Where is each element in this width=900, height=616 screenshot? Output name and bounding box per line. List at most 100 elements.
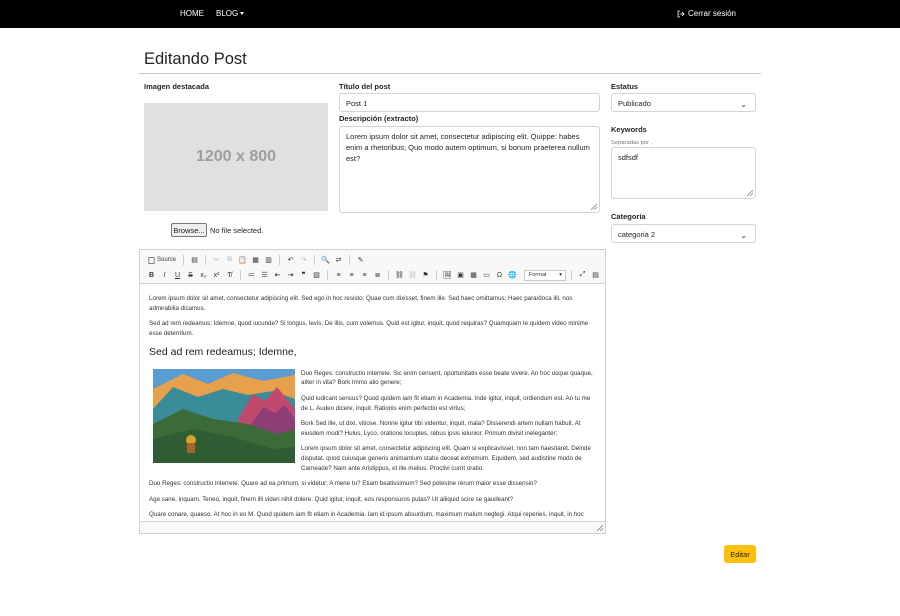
resize-handle-icon[interactable]: [597, 525, 603, 531]
logout-label: Cerrar sesión: [687, 9, 736, 18]
logout-link[interactable]: Cerrar sesión: [677, 9, 736, 18]
special-char-icon[interactable]: Ω: [494, 270, 505, 281]
edit-submit-button[interactable]: Editar: [724, 545, 756, 563]
description-textarea[interactable]: Lorem ipsum dolor sit amet, consectetur …: [339, 126, 600, 213]
editor-paragraph: Sed ad rem redeamus; Idemne, quod iucund…: [149, 320, 589, 337]
editor-paragraph: Lorem ipsum dolor sit amet, consectetur …: [149, 295, 573, 312]
align-left-icon[interactable]: ≡: [333, 270, 344, 281]
iframe-icon[interactable]: 🌐: [507, 270, 518, 281]
flash-icon[interactable]: ▣: [455, 270, 466, 281]
bulleted-list-icon[interactable]: ☰: [259, 270, 270, 281]
bold-icon[interactable]: B: [146, 270, 157, 281]
indent-icon[interactable]: ⇥: [285, 270, 296, 281]
status-select[interactable]: Publicado ⌄: [611, 93, 756, 112]
find-icon[interactable]: 🔍: [320, 255, 331, 266]
post-title-input[interactable]: Post 1: [339, 93, 600, 112]
unlink-icon[interactable]: ⛓: [407, 270, 418, 281]
divider: [139, 73, 761, 74]
link-icon[interactable]: ⛓: [394, 270, 405, 281]
editor-paragraph: Age sane, inquam. Teneo, inquit, finem i…: [149, 495, 514, 503]
post-title-label: Título del post: [339, 82, 391, 91]
page-title: Editando Post: [144, 50, 247, 68]
nav-blog-dropdown[interactable]: BLOG: [216, 9, 245, 18]
redo-icon[interactable]: ↷: [298, 255, 309, 266]
toolbar-separator: [571, 270, 572, 280]
strike-icon[interactable]: S: [185, 270, 196, 281]
table-icon[interactable]: ▦: [468, 270, 479, 281]
placeholder-text: 1200 x 800: [195, 148, 277, 165]
format-dropdown[interactable]: Format ▾: [524, 269, 566, 281]
align-right-icon[interactable]: ≡: [359, 270, 370, 281]
keywords-textarea[interactable]: sdfsdf: [611, 147, 756, 199]
status-label: Estatus: [611, 82, 639, 91]
paste-text-icon[interactable]: ▦: [250, 255, 261, 266]
editor-heading: Sed ad rem redeamus; Idemne,: [149, 346, 297, 359]
paste-word-icon[interactable]: ▥: [263, 255, 274, 266]
mountain-landscape-image[interactable]: [153, 368, 295, 463]
div-icon[interactable]: ▧: [311, 270, 322, 281]
numbered-list-icon[interactable]: ≔: [246, 270, 257, 281]
description-label: Descripción (extracto): [339, 114, 419, 123]
category-value: categoria 2: [618, 230, 656, 239]
toolbar-separator: [314, 255, 316, 265]
resize-handle-icon[interactable]: [591, 204, 597, 210]
copy-icon[interactable]: ⧉: [224, 255, 235, 266]
maximize-icon[interactable]: ⤢: [577, 270, 588, 281]
caret-down-icon: [240, 12, 245, 15]
superscript-icon[interactable]: x²: [211, 270, 222, 281]
editor-paragraph: Quare conare, quaeso. At hoc in eo M. Qu…: [149, 511, 584, 519]
keywords-label: Keywords: [611, 125, 647, 134]
toolbar-separator: [183, 255, 185, 265]
source-button[interactable]: Source: [146, 255, 178, 266]
nav-blog-label: BLOG: [216, 9, 239, 18]
cut-icon[interactable]: ✂: [211, 255, 222, 266]
editor-statusbar: [140, 521, 605, 533]
align-justify-icon[interactable]: ≣: [372, 270, 383, 281]
templates-icon[interactable]: ▤: [189, 255, 200, 266]
toolbar-separator: [327, 270, 328, 280]
chevron-down-icon: ⌄: [740, 100, 747, 109]
toolbar-separator: [349, 255, 351, 265]
outdent-icon[interactable]: ⇤: [272, 270, 283, 281]
image-icon[interactable]: 🖼: [442, 270, 453, 281]
status-value: Publicado: [618, 99, 651, 108]
toolbar-separator: [436, 270, 437, 280]
editor-paragraph: Duo Reges: constructio interrete. Quare …: [149, 480, 537, 488]
anchor-icon[interactable]: ⚑: [420, 270, 431, 281]
underline-icon[interactable]: U: [172, 270, 183, 281]
category-label: Categoría: [611, 212, 646, 221]
paste-icon[interactable]: 📋: [237, 255, 248, 266]
resize-handle-icon[interactable]: [747, 190, 753, 196]
toolbar-separator: [279, 255, 281, 265]
file-status: No file selected.: [210, 226, 264, 235]
toolbar-separator: [388, 270, 389, 280]
caret-down-icon: ▾: [559, 272, 562, 278]
logout-icon: [677, 10, 685, 17]
replace-icon[interactable]: ⇄: [333, 255, 344, 266]
featured-image-placeholder: 1200 x 800: [144, 103, 328, 211]
source-label: Source: [157, 257, 177, 263]
horizontal-line-icon[interactable]: ▭: [481, 270, 492, 281]
align-center-icon[interactable]: ≡: [346, 270, 357, 281]
spellcheck-icon[interactable]: ✎: [355, 255, 366, 266]
undo-icon[interactable]: ↶: [285, 255, 296, 266]
source-icon: [148, 256, 155, 264]
image-label: Imagen destacada: [144, 82, 210, 91]
show-blocks-icon[interactable]: ▤: [590, 270, 601, 281]
format-label: Format: [529, 272, 547, 278]
toolbar-separator: [205, 255, 207, 265]
keywords-text: sdfsdf: [618, 153, 639, 162]
browse-button[interactable]: Browse...: [171, 223, 207, 237]
italic-icon[interactable]: I: [159, 270, 170, 281]
editor-content[interactable]: Lorem ipsum dolor sit amet, consectetur …: [140, 285, 605, 521]
navbar: HOME BLOG Cerrar sesión: [0, 0, 900, 28]
blockquote-icon[interactable]: ❞: [298, 270, 309, 281]
description-text: Lorem ipsum dolor sit amet, consectetur …: [346, 132, 590, 163]
category-select[interactable]: categoria 2 ⌄: [611, 224, 756, 243]
rich-text-editor: Source ▤ ✂ ⧉ 📋 ▦ ▥ ↶ ↷ 🔍 ⇄ ✎ B I U S x₂ …: [139, 249, 606, 534]
nav-home-link[interactable]: HOME: [180, 9, 204, 18]
chevron-down-icon: ⌄: [740, 231, 747, 240]
subscript-icon[interactable]: x₂: [198, 270, 209, 281]
remove-format-icon[interactable]: T̸: [224, 270, 235, 281]
keywords-help: Separadas por ,: [611, 140, 653, 146]
